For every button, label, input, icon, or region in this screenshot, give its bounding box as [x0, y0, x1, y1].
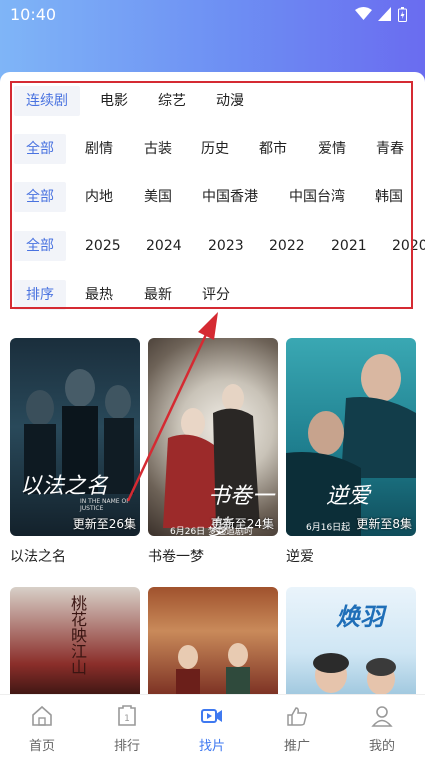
video-poster[interactable]: 逆爱 6月16日起 更新至8集: [286, 338, 416, 536]
episode-badge: 更新至26集: [72, 517, 136, 531]
poster-art: [176, 643, 250, 697]
poster-title-text: 以法之名: [20, 474, 109, 499]
tab-label: 推广: [283, 739, 310, 754]
battery-icon: [398, 6, 407, 22]
video-title[interactable]: 书卷一梦: [148, 546, 278, 566]
poster-art: [313, 653, 396, 695]
video-card[interactable]: 以法之名 IN THE NAME OF JUSTICE 更新至26集 以法之名: [10, 338, 140, 566]
poster-title-text: 逆爱: [326, 484, 371, 509]
thumbs-up-icon: [287, 707, 308, 726]
poster-small-text: IN THE NAME OF JUSTICE: [80, 498, 130, 512]
bottom-tab-bar: 首页 1 排行 找片 推广 我的: [0, 694, 425, 757]
tab-ranking[interactable]: 1 排行: [92, 695, 162, 757]
video-title[interactable]: 逆爱: [286, 546, 416, 566]
video-title[interactable]: 以法之名: [10, 546, 140, 566]
tab-label: 找片: [198, 739, 225, 754]
episode-badge: 更新至24集: [210, 517, 274, 531]
tab-promote[interactable]: 推广: [262, 695, 332, 757]
svg-text:1: 1: [124, 714, 130, 724]
tab-mine[interactable]: 我的: [347, 695, 417, 757]
poster-title-text: 桃花映江山: [68, 595, 87, 675]
video-card[interactable]: 逆爱 6月16日起 更新至8集 逆爱: [286, 338, 416, 566]
video-poster[interactable]: 书卷一梦 6月26日 梦起追剧时 更新至24集: [148, 338, 278, 536]
video-poster[interactable]: 桃花映江山: [10, 587, 140, 697]
user-icon: [371, 706, 393, 727]
video-poster[interactable]: [148, 587, 278, 697]
tab-label: 我的: [368, 739, 395, 754]
video-card[interactable]: 书卷一梦 6月26日 梦起追剧时 更新至24集 书卷一梦: [148, 338, 278, 566]
episode-badge: 更新至8集: [356, 517, 412, 531]
home-icon: [32, 705, 52, 726]
status-time: 10:40: [10, 5, 57, 24]
tab-home[interactable]: 首页: [7, 695, 77, 757]
tab-label: 首页: [28, 739, 55, 754]
video-poster[interactable]: 焕羽: [286, 587, 416, 697]
highlight-box: [10, 81, 413, 309]
video-poster[interactable]: 以法之名 IN THE NAME OF JUSTICE 更新至26集: [10, 338, 140, 536]
ranking-icon: 1: [118, 705, 136, 726]
video-camera-icon: [201, 709, 222, 723]
status-icons: [355, 6, 407, 22]
poster-small-text: 6月16日起: [306, 523, 351, 533]
signal-icon: [378, 7, 391, 21]
tab-find[interactable]: 找片: [177, 695, 247, 757]
tab-label: 排行: [113, 739, 140, 754]
status-bar: 10:40: [0, 0, 425, 28]
wifi-icon: [355, 7, 372, 20]
